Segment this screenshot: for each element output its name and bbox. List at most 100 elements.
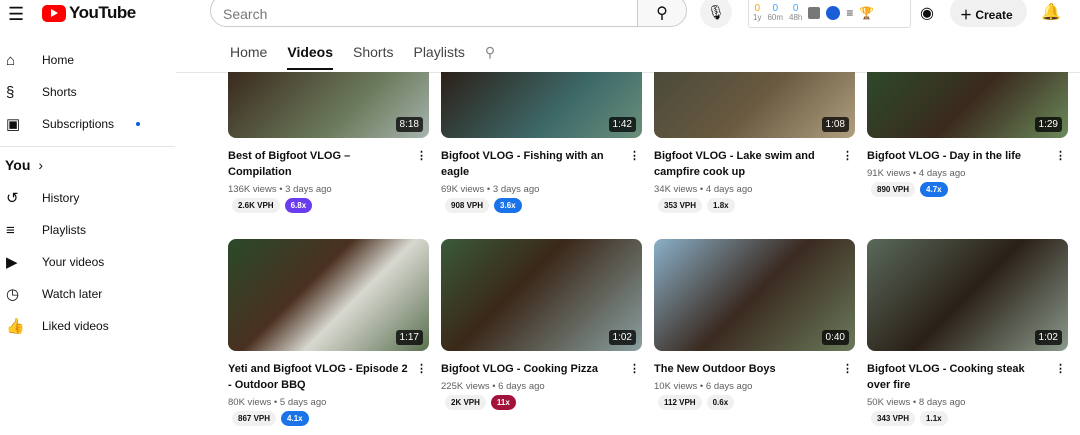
video-card[interactable]: 1:02 Bigfoot VLOG - Cooking Pizza ⋮ 225K … <box>441 239 642 410</box>
sidebar-item-home[interactable]: ⌂ Home <box>0 44 175 76</box>
stats-badges: 867 VPH 4.1x <box>228 411 429 426</box>
duration-badge: 1:02 <box>608 330 636 345</box>
more-options-icon[interactable]: ⋮ <box>1055 148 1066 164</box>
video-card[interactable]: 1:08 Bigfoot VLOG - Lake swim and campfi… <box>654 72 855 213</box>
sidebar-item-shorts[interactable]: § Shorts <box>0 76 175 108</box>
video-thumbnail[interactable]: 1:02 <box>867 239 1068 351</box>
sidebar-item-label: History <box>42 191 80 205</box>
new-content-dot <box>136 122 141 126</box>
video-card[interactable]: 1:29 Bigfoot VLOG - Day in the life ⋮ 91K… <box>867 72 1068 197</box>
sidebar-item-subscriptions[interactable]: ▣ Subscriptions <box>0 108 175 140</box>
video-title[interactable]: Bigfoot VLOG - Day in the life ⋮ <box>867 148 1068 164</box>
stats-badges: 343 VPH 1.1x <box>867 411 1068 426</box>
more-options-icon[interactable]: ⋮ <box>1055 361 1066 377</box>
video-thumbnail[interactable]: 1:29 <box>867 72 1068 138</box>
ext-stat-value: 0 <box>772 3 779 14</box>
tab-videos[interactable]: Videos <box>287 44 334 70</box>
history-icon: ↺ <box>6 190 19 207</box>
sidebar-item-playlists[interactable]: ≡ Playlists <box>0 214 175 246</box>
plus-icon: ＋ <box>960 8 976 22</box>
video-title[interactable]: The New Outdoor Boys ⋮ <box>654 361 855 377</box>
trophy-icon[interactable]: 🏆 <box>859 6 874 20</box>
stats-badges: 2.6K VPH 6.8x <box>228 198 429 213</box>
vph-badge: 908 VPH <box>445 198 490 213</box>
playlists-icon: ≡ <box>6 221 15 239</box>
more-options-icon[interactable]: ⋮ <box>416 361 427 377</box>
video-card[interactable]: 1:17 Yeti and Bigfoot VLOG - Episode 2 -… <box>228 239 429 426</box>
video-title[interactable]: Best of Bigfoot VLOG – Compilation ⋮ <box>228 148 429 180</box>
video-thumbnail[interactable]: 1:02 <box>441 239 642 351</box>
sidebar: ⌂ Home § Shorts ▣ Subscriptions You › ↺ Histo… <box>0 44 175 342</box>
more-options-icon[interactable]: ⋮ <box>842 361 853 377</box>
tab-home[interactable]: Home <box>230 44 267 70</box>
more-options-icon[interactable]: ⋮ <box>629 361 640 377</box>
video-title-text: Bigfoot VLOG - Fishing with an eagle <box>441 150 604 178</box>
sidebar-item-watch-later[interactable]: ◷ Watch later <box>0 278 175 310</box>
stats-badges: 908 VPH 3.6x <box>441 198 642 213</box>
sidebar-item-label: Playlists <box>42 223 87 237</box>
list-icon[interactable]: ≡ <box>846 6 853 20</box>
duration-badge: 1:08 <box>821 117 849 132</box>
eye-icon[interactable]: ◉ <box>920 3 934 23</box>
more-options-icon[interactable]: ⋮ <box>416 148 427 164</box>
sidebar-item-label: Your videos <box>42 255 105 269</box>
mic-icon: 🎙 <box>707 4 725 20</box>
more-options-icon[interactable]: ⋮ <box>629 148 640 164</box>
shorts-icon: § <box>6 83 15 101</box>
create-label: Create <box>975 8 1013 22</box>
video-title[interactable]: Bigfoot VLOG - Cooking steak over fire ⋮ <box>867 361 1068 393</box>
youtube-logo[interactable]: YouTube <box>42 3 136 23</box>
video-meta: 225K views • 6 days ago <box>441 381 545 392</box>
video-thumbnail[interactable]: 0:40 <box>654 239 855 351</box>
search-input[interactable]: Search <box>210 0 638 27</box>
multiplier-badge: 1.8x <box>707 198 735 213</box>
video-card[interactable]: 1:42 Bigfoot VLOG - Fishing with an eagl… <box>441 72 642 213</box>
sidebar-item-liked-videos[interactable]: 👍 Liked videos <box>0 310 175 342</box>
video-thumbnail[interactable]: 1:42 <box>441 72 642 138</box>
video-meta: 80K views • 5 days ago <box>228 397 327 408</box>
ext-stat-label: 60m <box>767 13 784 22</box>
stats-badges: 2K VPH 11x <box>441 395 642 410</box>
video-title-text: Bigfoot VLOG - Day in the life <box>867 150 1021 162</box>
video-title[interactable]: Bigfoot VLOG - Fishing with an eagle ⋮ <box>441 148 642 180</box>
sidebar-item-your-videos[interactable]: ▶ Your videos <box>0 246 175 278</box>
video-title[interactable]: Bigfoot VLOG - Cooking Pizza ⋮ <box>441 361 642 377</box>
stats-badges: 112 VPH 0.6x <box>654 395 855 410</box>
multiplier-badge: 4.7x <box>920 182 948 197</box>
video-card[interactable]: 1:02 Bigfoot VLOG - Cooking steak over f… <box>867 239 1068 426</box>
tab-shorts[interactable]: Shorts <box>353 44 393 70</box>
video-card[interactable]: 8:18 Best of Bigfoot VLOG – Compilation ⋮… <box>228 72 429 213</box>
duration-badge: 1:29 <box>1034 117 1062 132</box>
camera-icon[interactable] <box>826 6 841 20</box>
menu-icon[interactable]: ☰ <box>8 4 24 25</box>
video-meta: 69K views • 3 days ago <box>441 184 540 195</box>
create-button[interactable]: ＋ Create <box>950 0 1027 27</box>
video-title-text: Best of Bigfoot VLOG – Compilation <box>228 150 351 178</box>
video-title[interactable]: Bigfoot VLOG - Lake swim and campfire co… <box>654 148 855 180</box>
vph-badge: 112 VPH <box>658 395 702 410</box>
video-title-text: Bigfoot VLOG - Lake swim and campfire co… <box>654 150 815 178</box>
search-button[interactable]: ⚲ <box>637 0 687 27</box>
video-meta: 136K views • 3 days ago <box>228 184 332 195</box>
ext-stat-label: 1y <box>753 13 762 22</box>
video-thumbnail[interactable]: 1:08 <box>654 72 855 138</box>
extension-toolbar: 0 1y 0 60m 0 48h ≡ 🏆 <box>748 0 911 28</box>
vph-badge: 2.6K VPH <box>232 198 280 213</box>
mic-button[interactable]: 🎙 <box>700 0 732 28</box>
video-thumbnail[interactable]: 8:18 <box>228 72 429 138</box>
more-options-icon[interactable]: ⋮ <box>842 148 853 164</box>
ext-stat: 0 1y <box>753 4 762 23</box>
video-title[interactable]: Yeti and Bigfoot VLOG - Episode 2 - Outd… <box>228 361 429 393</box>
tab-playlists[interactable]: Playlists <box>413 44 464 70</box>
video-card[interactable]: 0:40 The New Outdoor Boys ⋮ 10K views • 6… <box>654 239 855 410</box>
play-logo-icon <box>42 4 66 22</box>
search-icon[interactable]: ⚲ <box>485 44 495 70</box>
channel-tabs: Home Videos Shorts Playlists ⚲ <box>230 44 495 70</box>
video-thumbnail[interactable]: 1:17 <box>228 239 429 351</box>
sidebar-you-header[interactable]: You › <box>0 146 175 182</box>
bell-icon[interactable]: 🔔 <box>1041 2 1061 22</box>
sidebar-item-history[interactable]: ↺ History <box>0 182 175 214</box>
chart-icon[interactable] <box>808 7 821 19</box>
multiplier-badge: 6.8x <box>284 198 313 213</box>
vph-badge: 343 VPH <box>871 411 916 426</box>
